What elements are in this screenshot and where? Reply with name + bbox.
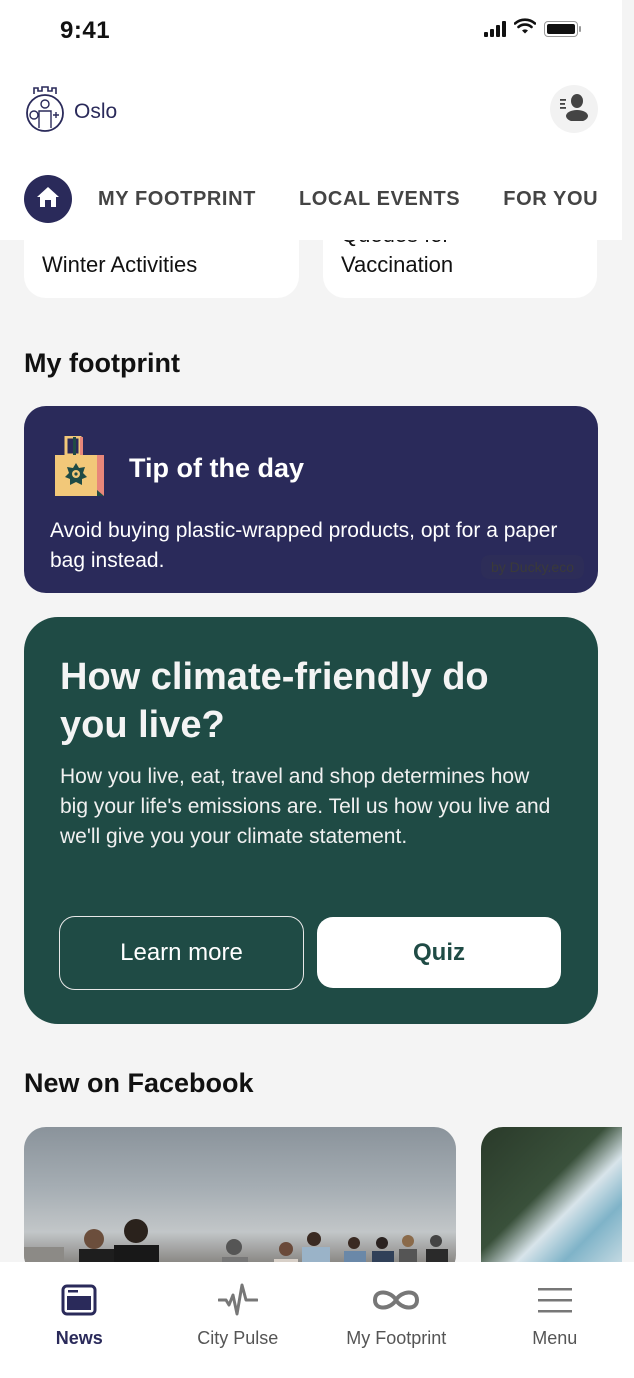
nav-label: City Pulse xyxy=(197,1328,279,1348)
nav-label: My Footprint xyxy=(346,1328,447,1348)
new-on-facebook-heading: New on Facebook xyxy=(24,1068,254,1098)
app-screen: Winter Activities Queues for Vaccination… xyxy=(0,0,634,1378)
shopping-bag-icon xyxy=(54,435,106,503)
battery-icon xyxy=(544,20,581,37)
tab-home[interactable] xyxy=(24,175,72,223)
facebook-post-image[interactable] xyxy=(481,1127,622,1262)
oslo-coat-of-arms-icon xyxy=(24,84,66,139)
tab-my-footprint[interactable]: MY FOOTPRINT xyxy=(98,188,256,211)
category-tabs: MY FOOTPRINT LOCAL EVENTS FOR YOU xyxy=(24,175,634,223)
cellular-signal-icon xyxy=(484,20,506,37)
status-icons xyxy=(484,18,581,39)
tab-local-events[interactable]: LOCAL EVENTS xyxy=(299,188,460,211)
user-profile-icon xyxy=(559,93,589,126)
nav-my-footprint[interactable]: My Footprint xyxy=(317,1262,476,1378)
brand-name: Oslo xyxy=(74,99,118,123)
app-header: 9:41 Oslo MY FOOTPRINT LOCAL EVENTS FOR … xyxy=(0,0,622,240)
tab-for-you[interactable]: FOR YOU xyxy=(503,188,598,211)
tip-of-the-day-card[interactable]: Tip of the day Avoid buying plastic-wrap… xyxy=(24,406,598,593)
nav-city-pulse[interactable]: City Pulse xyxy=(159,1262,318,1378)
wifi-icon xyxy=(513,18,537,39)
nav-news[interactable]: News xyxy=(0,1262,159,1378)
tip-title: Tip of the day xyxy=(129,453,305,483)
brand[interactable]: Oslo xyxy=(24,84,117,139)
news-card-title: Winter Activities xyxy=(42,252,198,277)
profile-button[interactable] xyxy=(550,85,598,133)
infinity-icon xyxy=(371,1282,421,1318)
pulse-icon xyxy=(217,1282,258,1318)
people-silhouettes xyxy=(24,1219,448,1262)
quiz-title: How climate-friendly do you live? xyxy=(60,656,489,746)
news-card-title-line2: Vaccination xyxy=(341,252,454,277)
hamburger-menu-icon xyxy=(537,1282,572,1318)
facebook-post-image[interactable] xyxy=(24,1127,456,1262)
nav-label: Menu xyxy=(532,1328,578,1348)
learn-more-button[interactable]: Learn more xyxy=(59,916,304,990)
nav-label: News xyxy=(55,1328,103,1348)
home-icon xyxy=(36,186,60,213)
my-footprint-heading: My footprint xyxy=(24,348,180,378)
quiz-description: How you live, eat, travel and shop deter… xyxy=(60,765,551,848)
quiz-button[interactable]: Quiz xyxy=(317,917,561,988)
status-time: 9:41 xyxy=(60,17,111,44)
bottom-navigation: News City Pulse My Footprint Menu xyxy=(0,1262,634,1378)
nav-menu[interactable]: Menu xyxy=(476,1262,634,1378)
climate-quiz-card: How climate-friendly do you live? How yo… xyxy=(24,617,598,1024)
news-icon xyxy=(61,1282,97,1318)
tip-credit[interactable]: by Ducky.eco xyxy=(481,555,584,579)
